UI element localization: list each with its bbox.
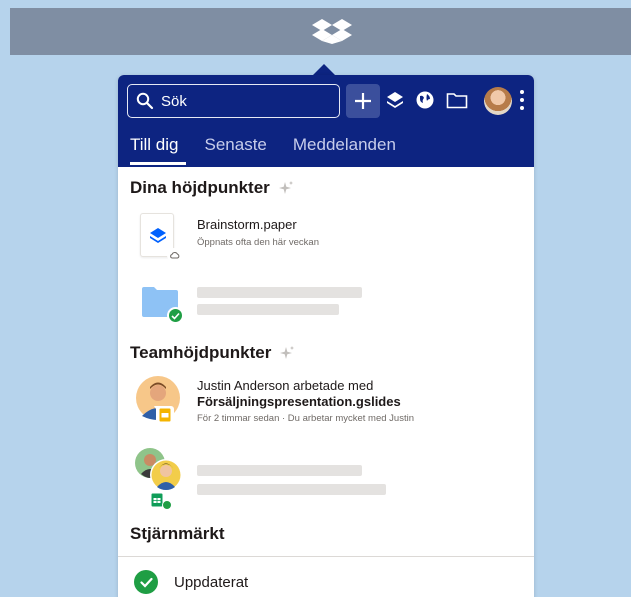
check-icon	[162, 500, 172, 510]
check-circle-icon	[134, 570, 158, 594]
globe-button[interactable]	[414, 89, 436, 111]
dropbox-logo-icon[interactable]	[312, 17, 352, 47]
sparkle-icon	[278, 181, 293, 194]
layers-icon	[387, 92, 403, 108]
item-filename: Försäljningspresentation.gslides	[197, 394, 401, 409]
item-title: Justin Anderson arbetade med	[197, 378, 374, 393]
list-item[interactable]	[118, 445, 534, 515]
tab-meddelanden[interactable]: Meddelanden	[293, 135, 396, 155]
search-icon	[136, 92, 154, 110]
avatar[interactable]	[484, 87, 512, 115]
tab-senaste[interactable]: Senaste	[205, 135, 267, 155]
more-vertical-icon[interactable]	[518, 90, 526, 114]
list-item[interactable]: Brainstorm.paper Öppnats ofta den här ve…	[118, 205, 534, 263]
layers-button[interactable]	[384, 89, 406, 111]
section-title-starred: Stjärnmärkt	[130, 524, 224, 544]
status-footer: Uppdaterat	[118, 557, 534, 597]
dropbox-panel: Sök Till dig Senaste Meddelanden Dina hö…	[118, 75, 534, 597]
section-title-text: Dina höjdpunkter	[130, 178, 270, 197]
section-title-highlights: Dina höjdpunkter	[130, 178, 294, 198]
cloud-icon	[167, 248, 181, 262]
section-title-text: Stjärnmärkt	[130, 524, 225, 543]
skeleton-line	[197, 304, 339, 315]
list-item[interactable]: Justin Anderson arbetade med Försäljning…	[118, 370, 534, 430]
menu-bar	[10, 8, 631, 55]
item-subtitle: För 2 timmar sedan · Du arbetar mycket m…	[197, 413, 414, 424]
skeleton-line	[197, 287, 362, 298]
sparkle-icon	[280, 346, 295, 359]
plus-icon	[355, 93, 371, 109]
slides-icon	[156, 406, 174, 424]
search-placeholder: Sök	[161, 92, 187, 110]
folder-button[interactable]	[446, 89, 468, 111]
tab-till-dig[interactable]: Till dig	[130, 135, 179, 155]
active-tab-indicator	[130, 162, 186, 165]
panel-header: Sök Till dig Senaste Meddelanden	[118, 75, 534, 167]
search-input[interactable]: Sök	[127, 84, 340, 118]
folder-icon	[446, 93, 468, 109]
globe-icon	[416, 91, 434, 109]
section-title-text: Teamhöjdpunkter	[130, 343, 272, 362]
skeleton-line	[197, 465, 362, 476]
status-label: Uppdaterat	[174, 573, 249, 591]
check-icon	[167, 307, 184, 324]
list-item[interactable]	[118, 275, 534, 329]
section-title-team: Teamhöjdpunkter	[130, 343, 295, 363]
add-button[interactable]	[346, 84, 380, 118]
skeleton-line	[197, 484, 386, 495]
item-title: Brainstorm.paper	[197, 217, 297, 232]
tab-bar: Till dig Senaste Meddelanden	[130, 135, 396, 155]
item-subtitle: Öppnats ofta den här veckan	[197, 237, 319, 248]
